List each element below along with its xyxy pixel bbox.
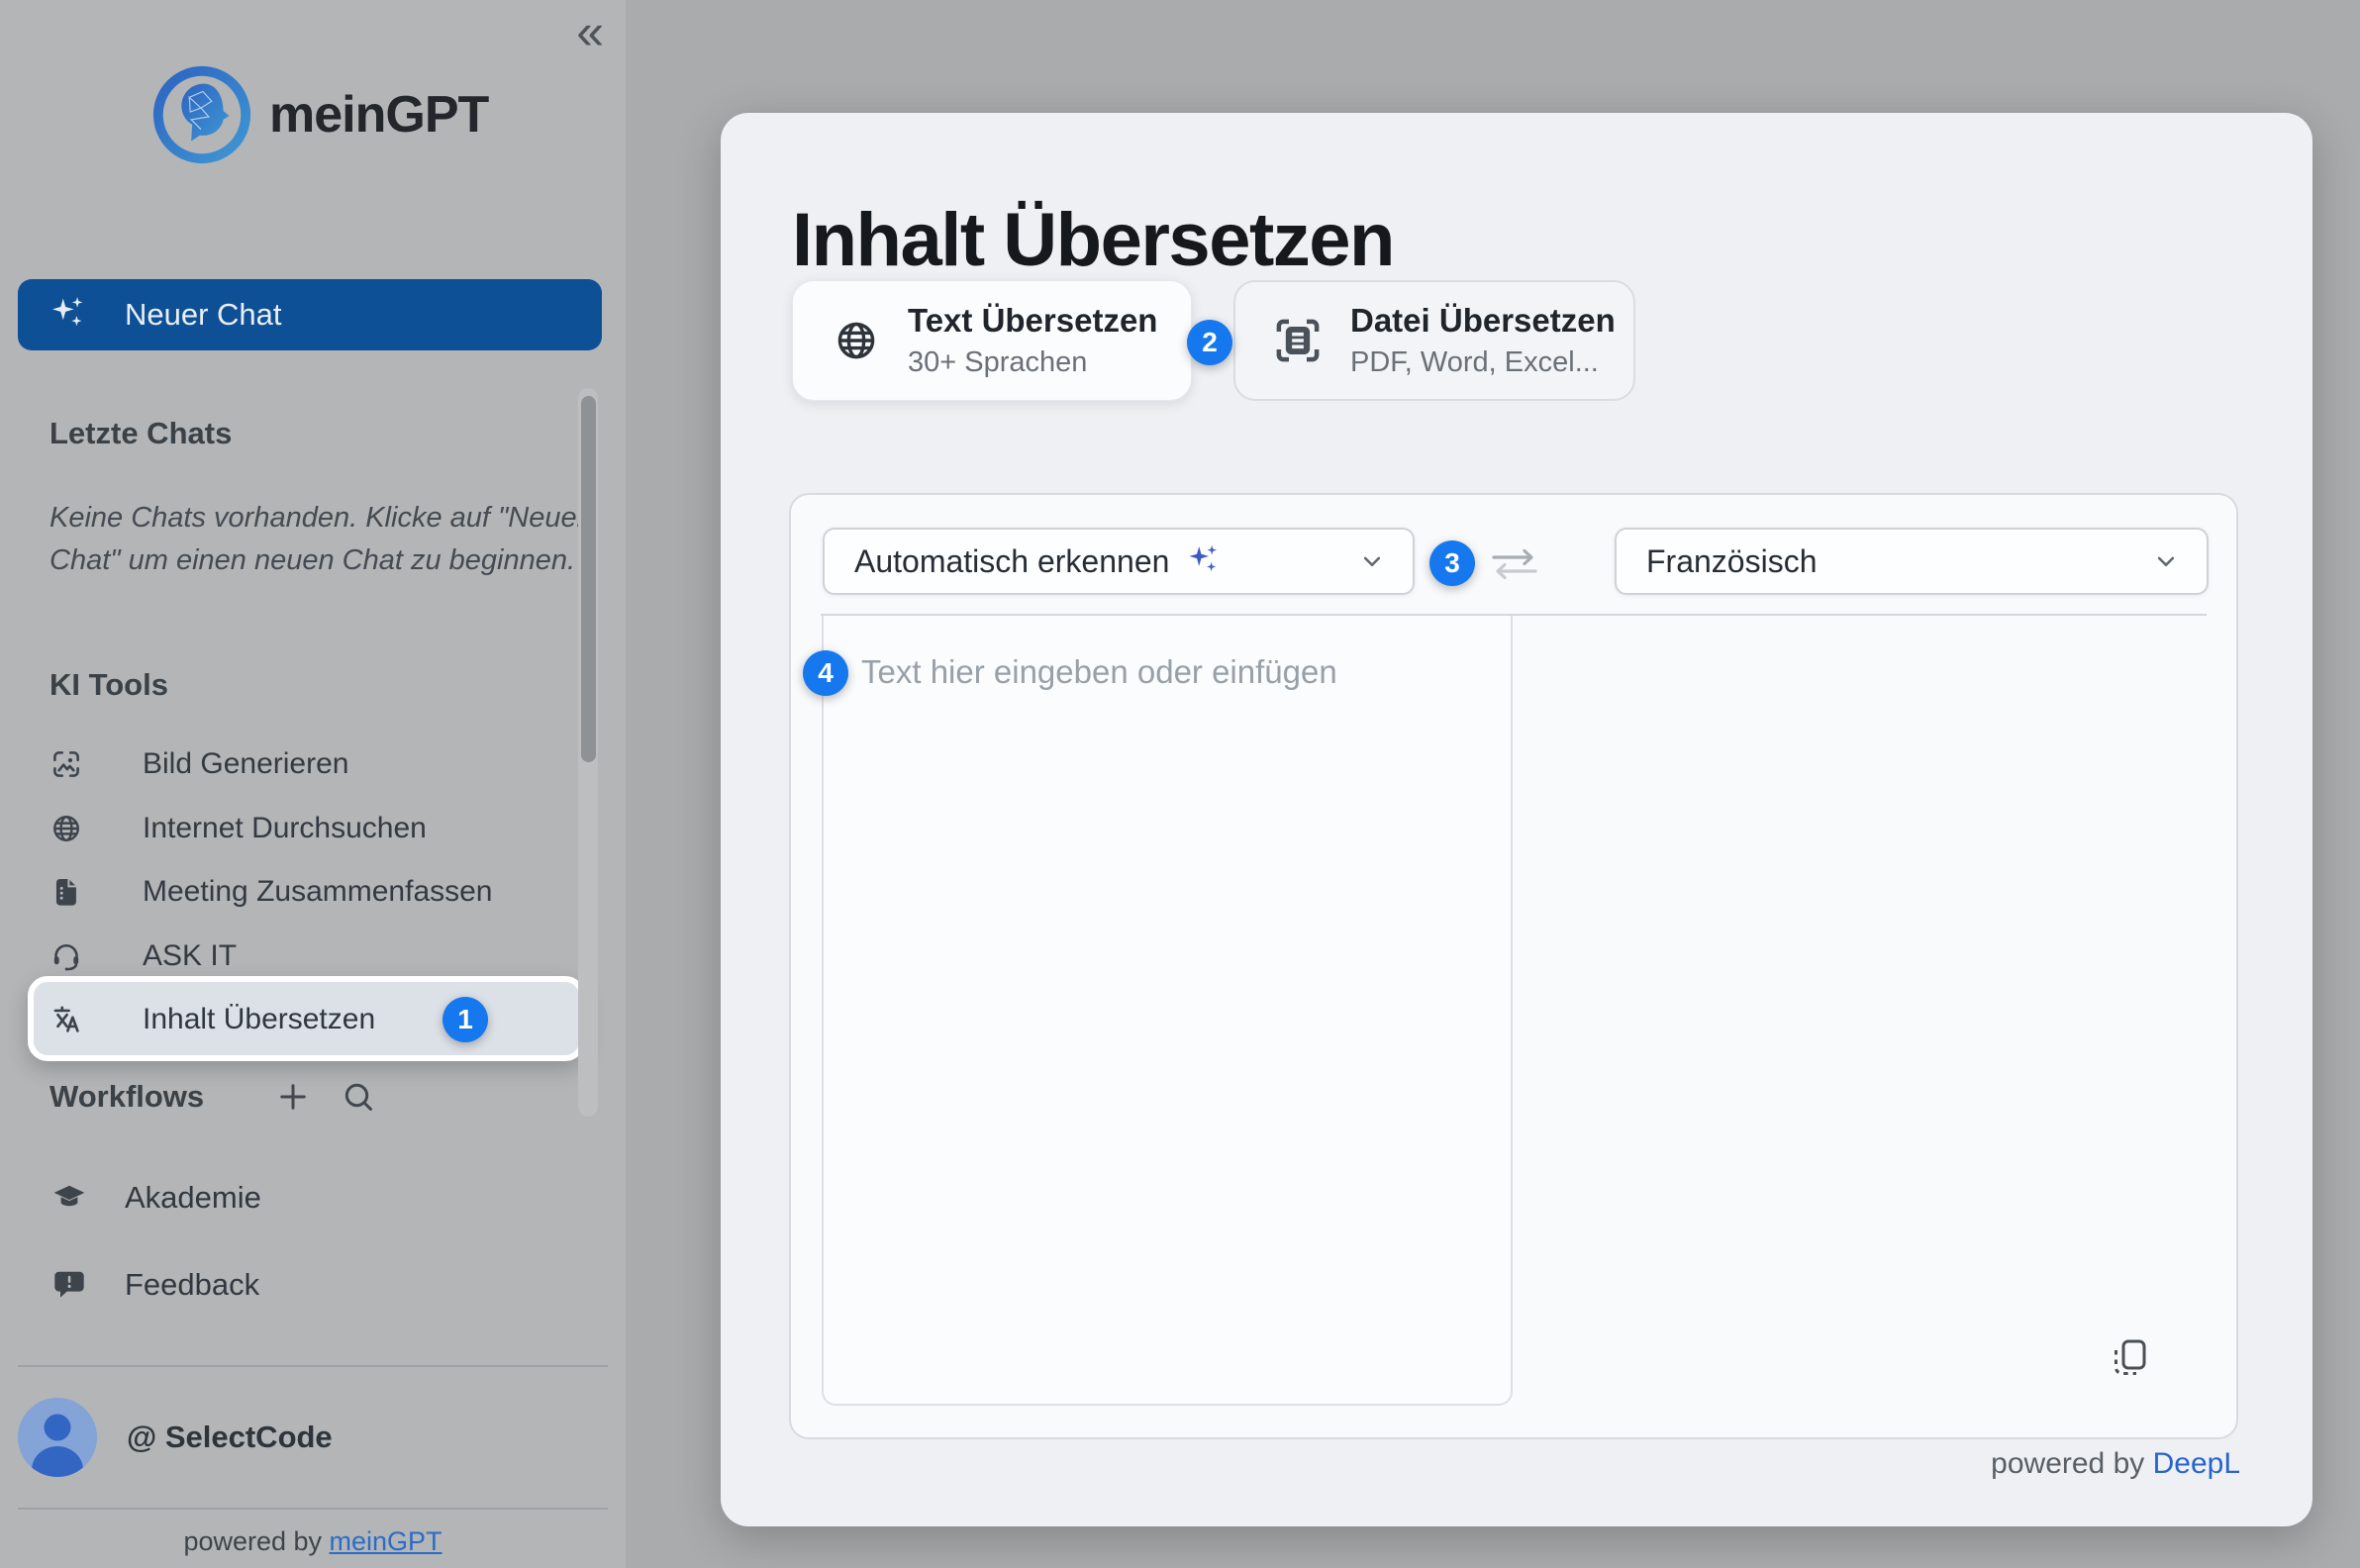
tab-text-uebersetzen[interactable]: Text Übersetzen 30+ Sprachen [792, 280, 1192, 401]
brand-name: meinGPT [269, 85, 488, 145]
deepl-link[interactable]: DeepL [2153, 1447, 2240, 1480]
brand-logo: meinGPT [148, 59, 488, 170]
translate-icon [49, 1003, 83, 1036]
sidebar: « meinGPT Neuer Chat [0, 0, 626, 1568]
tour-step-1-badge: 1 [442, 997, 488, 1042]
collapse-sidebar-button[interactable]: « [576, 2, 604, 61]
sidebar-item-feedback[interactable]: Feedback [0, 1253, 626, 1317]
graduation-cap-icon [51, 1180, 87, 1216]
document-summary-icon [49, 875, 83, 909]
recent-chats-heading: Letzte Chats [49, 416, 232, 451]
tab-title: Datei Übersetzen [1350, 302, 1616, 340]
copy-output-button[interactable] [2108, 1337, 2151, 1381]
sidebar-item-internet-durchsuchen[interactable]: Internet Durchsuchen [0, 797, 626, 861]
sidebar-item-akademie[interactable]: Akademie [0, 1166, 626, 1229]
ki-tools-heading: KI Tools [49, 667, 168, 703]
sidebar-item-meeting-zusammenfassen[interactable]: Meeting Zusammenfassen [0, 860, 626, 925]
headset-icon [49, 939, 83, 973]
search-workflows-button[interactable] [341, 1079, 376, 1115]
tab-subtitle: 30+ Sprachen [908, 346, 1157, 379]
tab-datei-uebersetzen[interactable]: Datei Übersetzen PDF, Word, Excel... [1233, 280, 1635, 401]
powered-by-deepl: powered by DeepL [1991, 1447, 2240, 1481]
translator-panel: Automatisch erkennen 3 Französisch [789, 493, 2238, 1439]
powered-by-meingpt: powered by meinGPT [0, 1526, 626, 1557]
recent-chats-empty-note: Keine Chats vorhanden. Klicke auf "Neuer… [49, 497, 592, 581]
page-title: Inhalt Übersetzen [792, 197, 1394, 283]
tour-step-2-badge: 2 [1187, 320, 1232, 365]
new-chat-button[interactable]: Neuer Chat [18, 279, 602, 350]
workflows-section: Workflows [0, 1065, 626, 1128]
image-generate-icon [49, 747, 83, 781]
sidebar-item-label: Bild Generieren [143, 747, 348, 781]
target-language-select[interactable]: Französisch [1615, 528, 2209, 595]
sparkles-icon [48, 294, 89, 336]
scan-document-icon [1271, 314, 1325, 367]
avatar [18, 1398, 97, 1477]
collapse-icon: « [576, 4, 604, 59]
workflows-heading: Workflows [49, 1079, 204, 1115]
source-language-value: Automatisch erkennen [854, 543, 1169, 580]
chevron-down-icon [2151, 546, 2181, 576]
globe-icon [49, 812, 83, 845]
new-chat-label: Neuer Chat [125, 297, 282, 333]
sidebar-item-inhalt-uebersetzen[interactable]: Inhalt Übersetzen [0, 988, 626, 1052]
powered-prefix: powered by [183, 1526, 329, 1556]
meingpt-logo-icon [148, 59, 255, 170]
globe-icon [833, 317, 880, 364]
tab-subtitle: PDF, Word, Excel... [1350, 346, 1616, 379]
sparkles-icon [1185, 542, 1223, 580]
tour-step-4-badge: 4 [803, 650, 848, 696]
sidebar-item-label: Internet Durchsuchen [143, 812, 427, 845]
chevron-down-icon [1357, 546, 1387, 576]
swap-languages-icon[interactable] [1486, 546, 1543, 582]
sidebar-scrollbar-thumb[interactable] [581, 396, 596, 762]
account-name: @ SelectCode [127, 1420, 333, 1455]
sidebar-divider [18, 1365, 608, 1367]
sidebar-item-label: Akademie [125, 1180, 261, 1216]
source-language-select[interactable]: Automatisch erkennen [823, 528, 1415, 595]
tab-title: Text Übersetzen [908, 302, 1157, 340]
add-workflow-button[interactable] [275, 1079, 311, 1115]
sidebar-divider [18, 1508, 608, 1510]
account-row[interactable]: @ SelectCode [18, 1398, 333, 1477]
translate-tool-card: Inhalt Übersetzen Text Übersetzen 30+ Sp… [721, 113, 2312, 1526]
sidebar-item-bild-generieren[interactable]: Bild Generieren [0, 733, 626, 797]
sidebar-item-label: ASK IT [143, 939, 237, 973]
sidebar-item-ask-it[interactable]: ASK IT [0, 925, 626, 989]
sidebar-item-label: Meeting Zusammenfassen [143, 875, 493, 909]
input-placeholder: Text hier eingeben oder einfügen [861, 653, 1337, 691]
translation-input[interactable]: Text hier eingeben oder einfügen [822, 616, 1513, 1406]
ki-tools-list: Bild Generieren Internet Durchsuchen Mee… [0, 733, 626, 1052]
meingpt-link[interactable]: meinGPT [330, 1526, 442, 1556]
sidebar-item-label: Inhalt Übersetzen [143, 1003, 375, 1036]
sidebar-item-label: Feedback [125, 1267, 259, 1303]
powered-prefix: powered by [1991, 1447, 2152, 1480]
target-language-value: Französisch [1646, 543, 1818, 580]
feedback-bubble-icon [51, 1267, 87, 1303]
tour-step-3-badge: 3 [1429, 540, 1475, 586]
